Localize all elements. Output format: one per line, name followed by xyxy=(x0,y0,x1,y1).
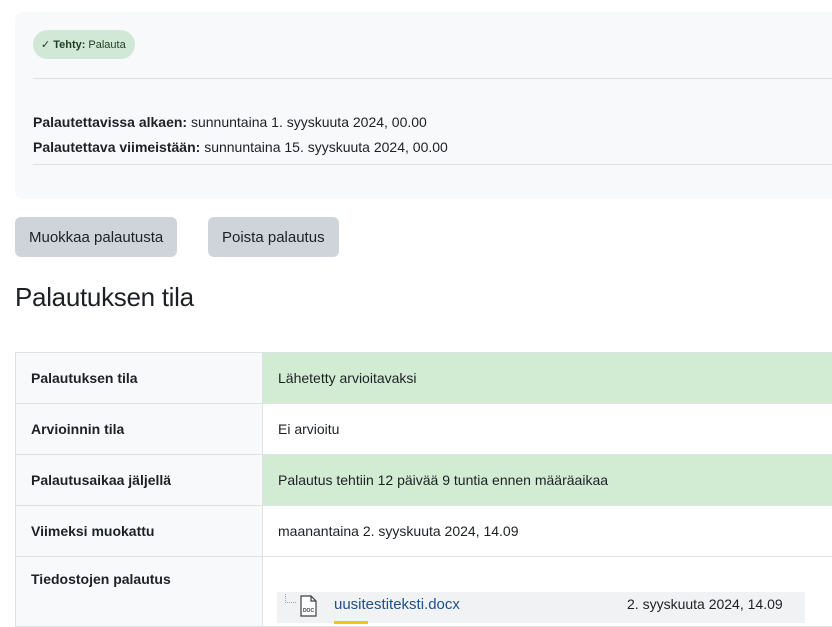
tree-connector xyxy=(285,594,296,603)
row-label: Tiedostojen palautus xyxy=(16,557,263,627)
table-row: Palautusaikaa jäljellä Palautus tehtiin … xyxy=(16,455,832,506)
activity-dates: Palautettavissa alkaen: sunnuntaina 1. s… xyxy=(33,110,448,160)
row-label: Palautusaikaa jäljellä xyxy=(16,455,263,506)
file-date: 2. syyskuuta 2024, 14.09 xyxy=(627,596,783,612)
edit-submission-button[interactable]: Muokkaa palautusta xyxy=(15,217,177,257)
check-icon: ✓ xyxy=(41,38,50,51)
row-label: Arvioinnin tila xyxy=(16,404,263,455)
submission-status-table: Palautuksen tila Lähetetty arvioitavaksi… xyxy=(15,352,832,627)
badge-value: Palauta xyxy=(88,39,125,51)
row-value: maanantaina 2. syyskuuta 2024, 14.09 xyxy=(263,506,832,557)
due-value: sunnuntaina 15. syyskuuta 2024, 00.00 xyxy=(204,139,448,155)
opens-line: Palautettavissa alkaen: sunnuntaina 1. s… xyxy=(33,110,448,135)
row-value: Lähetetty arvioitavaksi xyxy=(263,353,832,404)
due-label: Palautettava viimeistään: xyxy=(33,139,200,155)
row-value: Ei arvioitu xyxy=(263,404,832,455)
due-line: Palautettava viimeistään: sunnuntaina 15… xyxy=(33,135,448,160)
activity-info-box: ✓ Tehty: Palauta Palautettavissa alkaen:… xyxy=(15,12,832,199)
table-row: Palautuksen tila Lähetetty arvioitavaksi xyxy=(16,353,832,404)
row-value: Palautus tehtiin 12 päivää 9 tuntia enne… xyxy=(263,455,832,506)
remove-submission-button[interactable]: Poista palautus xyxy=(208,217,339,257)
divider xyxy=(33,78,832,79)
divider xyxy=(33,164,832,165)
file-link[interactable]: uusitestiteksti.docx xyxy=(334,596,460,613)
doc-file-icon: DOC xyxy=(299,595,317,617)
table-row: Arvioinnin tila Ei arvioitu xyxy=(16,404,832,455)
svg-text:DOC: DOC xyxy=(303,608,315,614)
opens-value: sunnuntaina 1. syyskuuta 2024, 00.00 xyxy=(191,114,427,130)
badge-prefix: Tehty: xyxy=(53,39,85,51)
table-row: Viimeksi muokattu maanantaina 2. syyskuu… xyxy=(16,506,832,557)
row-label: Viimeksi muokattu xyxy=(16,506,263,557)
file-list-item: DOC uusitestiteksti.docx 2. syyskuuta 20… xyxy=(277,592,805,623)
completion-badge: ✓ Tehty: Palauta xyxy=(33,30,135,59)
section-title: Palautuksen tila xyxy=(15,282,194,313)
row-label: Palautuksen tila xyxy=(16,353,263,404)
opens-label: Palautettavissa alkaen: xyxy=(33,114,187,130)
